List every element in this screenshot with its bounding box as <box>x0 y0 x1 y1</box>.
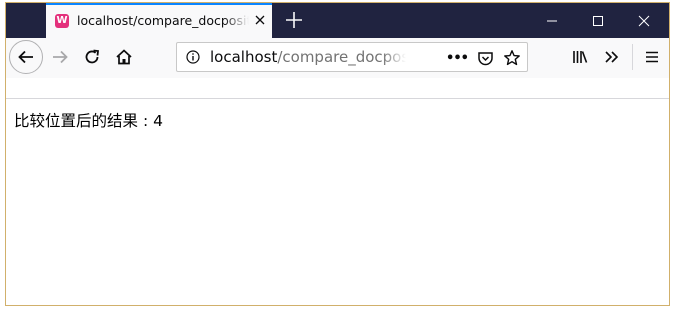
hamburger-menu-icon <box>646 51 658 63</box>
reload-icon <box>85 49 99 64</box>
reload-button[interactable] <box>77 42 107 72</box>
home-button[interactable] <box>109 42 139 72</box>
tab-close-icon[interactable] <box>251 11 269 29</box>
result-separator: : <box>138 112 154 130</box>
pocket-icon[interactable] <box>475 48 495 68</box>
tab-title: localhost/compare_docposit.html <box>77 13 249 28</box>
back-arrow-icon <box>18 50 33 64</box>
url-host: localhost <box>210 48 278 66</box>
chevron-double-right-icon <box>605 51 619 63</box>
url-text[interactable]: localhost/compare_docposit.html <box>210 48 406 66</box>
minimize-button[interactable] <box>529 3 575 38</box>
home-icon <box>116 49 132 65</box>
info-icon[interactable] <box>186 50 200 64</box>
library-button[interactable] <box>565 42 595 72</box>
navigation-toolbar: localhost/compare_docposit.html ••• <box>6 38 669 78</box>
wamp-favicon-icon: W <box>55 14 69 28</box>
result-value: 4 <box>153 112 163 130</box>
page-content: 比较位置后的结果 : 4 <box>6 99 669 305</box>
star-icon[interactable] <box>502 48 522 68</box>
new-tab-button[interactable] <box>281 7 307 33</box>
overflow-button[interactable] <box>597 42 627 72</box>
result-text: 比较位置后的结果 : 4 <box>14 109 163 131</box>
active-tab[interactable]: W localhost/compare_docposit.html <box>46 3 272 38</box>
tab-strip: W localhost/compare_docposit.html <box>6 3 669 38</box>
url-path: /compare_docposit.html <box>277 48 406 66</box>
address-bar[interactable]: localhost/compare_docposit.html ••• <box>176 42 528 72</box>
forward-button[interactable] <box>45 42 75 72</box>
menu-button[interactable] <box>637 42 667 72</box>
browser-window: W localhost/compare_docposit.html <box>5 2 670 306</box>
library-icon <box>573 51 588 63</box>
minimize-icon <box>547 20 557 21</box>
forward-arrow-icon <box>53 50 68 64</box>
maximize-button[interactable] <box>575 3 621 38</box>
page-actions-button[interactable]: ••• <box>446 48 469 68</box>
close-icon <box>638 15 650 26</box>
back-button[interactable] <box>9 40 43 74</box>
window-close-button[interactable] <box>621 3 667 38</box>
maximize-icon <box>593 15 603 26</box>
result-label: 比较位置后的结果 <box>14 112 139 130</box>
toolbar-separator <box>632 44 633 70</box>
